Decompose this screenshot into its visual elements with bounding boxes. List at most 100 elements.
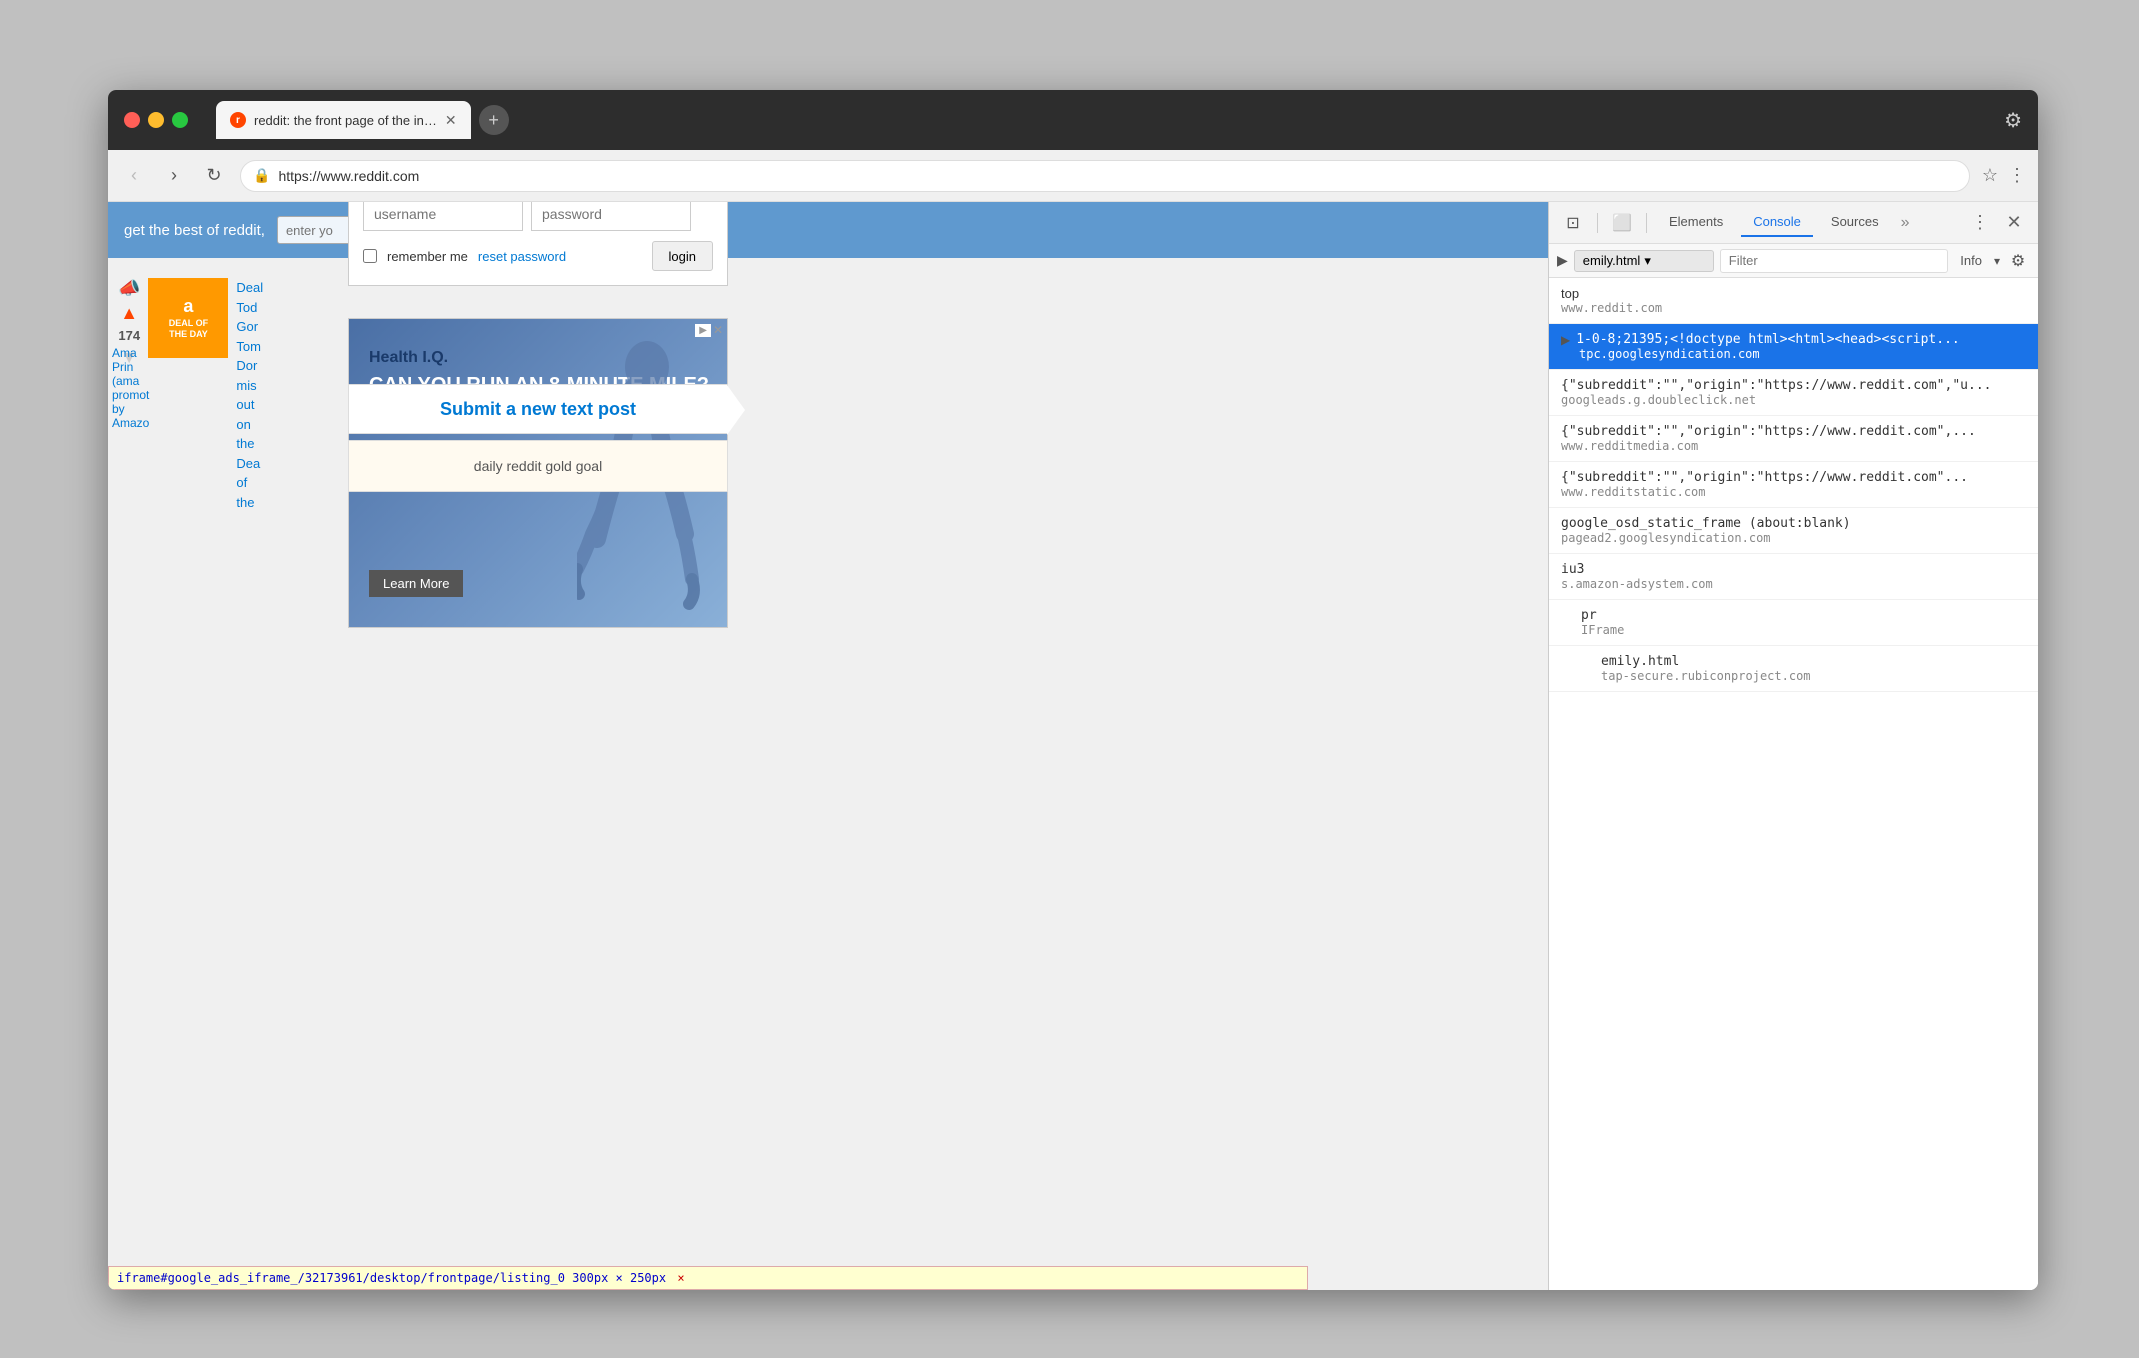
iu3-item-main: iu3 [1561,562,2026,577]
amazon-promo: Ama Prin (ama promot by Amazo [108,342,338,434]
console-item-doubleclick[interactable]: {"subreddit":"","origin":"https://www.re… [1549,370,2038,416]
inspect-element-button[interactable]: ⊡ [1559,209,1587,237]
browser-window: r reddit: the front page of the in… ✕ + … [108,90,2038,1290]
console-item-redditmedia[interactable]: {"subreddit":"","origin":"https://www.re… [1549,416,2038,462]
console-item-emily[interactable]: emily.html tap-secure.rubiconproject.com [1549,646,2038,692]
doubleclick-item-main: {"subreddit":"","origin":"https://www.re… [1561,378,2026,393]
emily-item-main: emily.html [1601,654,2026,669]
upvote-button[interactable]: ▲ [120,303,138,324]
reset-password-link[interactable]: reset password [478,249,566,264]
lock-icon: 🔒 [253,167,270,184]
login-button[interactable]: login [652,241,713,271]
new-tab-button[interactable]: + [479,105,509,135]
reddit-content: 📣 ▲ 174 ▼ a DEAL OF THE DAY Deal [108,258,1548,522]
ad-cta-button[interactable]: Learn More [369,570,463,597]
redditstatic-item-sub: www.redditstatic.com [1561,485,2026,499]
iframe-label: iframe#google_ads_iframe_/32173961/deskt… [108,1266,1308,1290]
ad-badge: ▶ ✕ [695,323,723,337]
login-inputs [363,202,713,231]
emily-item-sub: tap-secure.rubiconproject.com [1601,669,2026,683]
vote-count: 174 [118,328,140,343]
pr-item-main: pr [1581,608,2026,623]
console-expand: ▶ 1-0-8;21395;<!doctype html><html><head… [1561,332,2026,347]
username-input[interactable] [363,202,523,231]
tab-console[interactable]: Console [1741,208,1813,237]
browser-tab[interactable]: r reddit: the front page of the in… ✕ [216,101,471,139]
console-filter-input[interactable] [1720,249,1949,273]
megaphone-icon: 📣 [118,278,140,299]
reddit-page: get the best of reddit, SUBSCRIBE rememb… [108,202,1548,1290]
window-controls [124,112,188,128]
menu-icon[interactable]: ⋮ [2008,165,2026,186]
redditstatic-item-main: {"subreddit":"","origin":"https://www.re… [1561,470,2026,485]
close-button[interactable] [124,112,140,128]
login-form: remember me reset password login [348,202,728,286]
context-dropdown-arrow: ▾ [1644,253,1651,269]
url-bar[interactable]: 🔒 https://www.reddit.com [240,160,1970,192]
forward-button[interactable]: › [160,162,188,190]
submit-post-button[interactable]: Submit a new text post [348,384,728,434]
pr-item-sub: IFrame [1581,623,2026,637]
console-item-pr[interactable]: pr IFrame [1549,600,2038,646]
address-bar-actions: ☆ ⋮ [1982,165,2026,186]
iframe-tag: iframe [117,1271,160,1285]
console-item-iu3[interactable]: iu3 s.amazon-adsystem.com [1549,554,2038,600]
redditmedia-item-main: {"subreddit":"","origin":"https://www.re… [1561,424,2026,439]
devtools-icon: ⚙ [2004,108,2022,133]
minimize-button[interactable] [148,112,164,128]
expand-arrow-icon: ▶ [1561,333,1570,347]
maximize-button[interactable] [172,112,188,128]
context-selector[interactable]: emily.html ▾ [1574,250,1714,272]
tab-sources[interactable]: Sources [1819,208,1891,237]
console-settings-button[interactable]: ⚙ [2006,249,2030,273]
gold-goal-box: daily reddit gold goal [348,440,728,492]
selected-item-sub: tpc.googlesyndication.com [1561,347,2026,361]
reload-button[interactable]: ↻ [200,162,228,190]
iframe-size: 300px × 250px [572,1271,666,1285]
tab-close-button[interactable]: ✕ [445,112,457,129]
console-item-redditstatic[interactable]: {"subreddit":"","origin":"https://www.re… [1549,462,2038,508]
console-item-osd[interactable]: google_osd_static_frame (about:blank) pa… [1549,508,2038,554]
log-level-arrow[interactable]: ▾ [1994,254,2000,268]
iframe-close-button[interactable]: × [677,1271,684,1285]
title-bar: r reddit: the front page of the in… ✕ + … [108,90,2038,150]
doubleclick-item-sub: googleads.g.doubleclick.net [1561,393,2026,407]
tab-bar: r reddit: the front page of the in… ✕ + [216,101,509,139]
console-item-top[interactable]: top www.reddit.com [1549,278,2038,324]
log-level-label: Info [1954,253,1988,268]
console-item-top-main: top [1561,286,2026,301]
reddit-header: get the best of reddit, SUBSCRIBE [108,202,1548,258]
device-mode-button[interactable]: ⬜ [1608,209,1636,237]
console-expand-arrow[interactable]: ▶ [1557,252,1568,269]
remember-label: remember me [387,249,468,264]
back-button[interactable]: ‹ [120,162,148,190]
context-label: emily.html [1583,253,1641,268]
header-text: get the best of reddit, [124,222,265,239]
tab-elements[interactable]: Elements [1657,208,1735,237]
iu3-item-sub: s.amazon-adsystem.com [1561,577,2026,591]
devtools-toolbar-right: ⋮ ✕ [1966,209,2028,237]
console-item-selected[interactable]: ▶ 1-0-8;21395;<!doctype html><html><head… [1549,324,2038,370]
ad-close-button[interactable]: ✕ [713,323,723,337]
osd-item-sub: pagead2.googlesyndication.com [1561,531,2026,545]
toolbar-separator [1597,213,1598,233]
devtools-toolbar: ⊡ ⬜ Elements Console Sources » ⋮ ✕ [1549,202,2038,244]
more-tabs-button[interactable]: » [1897,214,1914,232]
content-area: get the best of reddit, SUBSCRIBE rememb… [108,202,2038,1290]
remember-checkbox[interactable] [363,249,377,263]
url-text: https://www.reddit.com [278,168,419,184]
devtools-close-button[interactable]: ✕ [2000,209,2028,237]
password-input[interactable] [531,202,691,231]
address-bar: ‹ › ↻ 🔒 https://www.reddit.com ☆ ⋮ [108,150,2038,202]
redditmedia-item-sub: www.redditmedia.com [1561,439,2026,453]
console-content: top www.reddit.com ▶ 1-0-8;21395;<!docty… [1549,278,2038,1290]
bookmark-icon[interactable]: ☆ [1982,165,1998,186]
devtools-menu-button[interactable]: ⋮ [1966,209,1994,237]
login-bottom: remember me reset password login [363,241,713,271]
iframe-selector: #google_ads_iframe_/32173961/desktop/fro… [160,1271,565,1285]
devtools-panel: ⊡ ⬜ Elements Console Sources » ⋮ ✕ ▶ emi… [1548,202,2038,1290]
ad-badge-text: ▶ [695,324,711,337]
console-toolbar: ▶ emily.html ▾ Info ▾ ⚙ [1549,244,2038,278]
console-item-top-sub: www.reddit.com [1561,301,2026,315]
osd-item-main: google_osd_static_frame (about:blank) [1561,516,2026,531]
